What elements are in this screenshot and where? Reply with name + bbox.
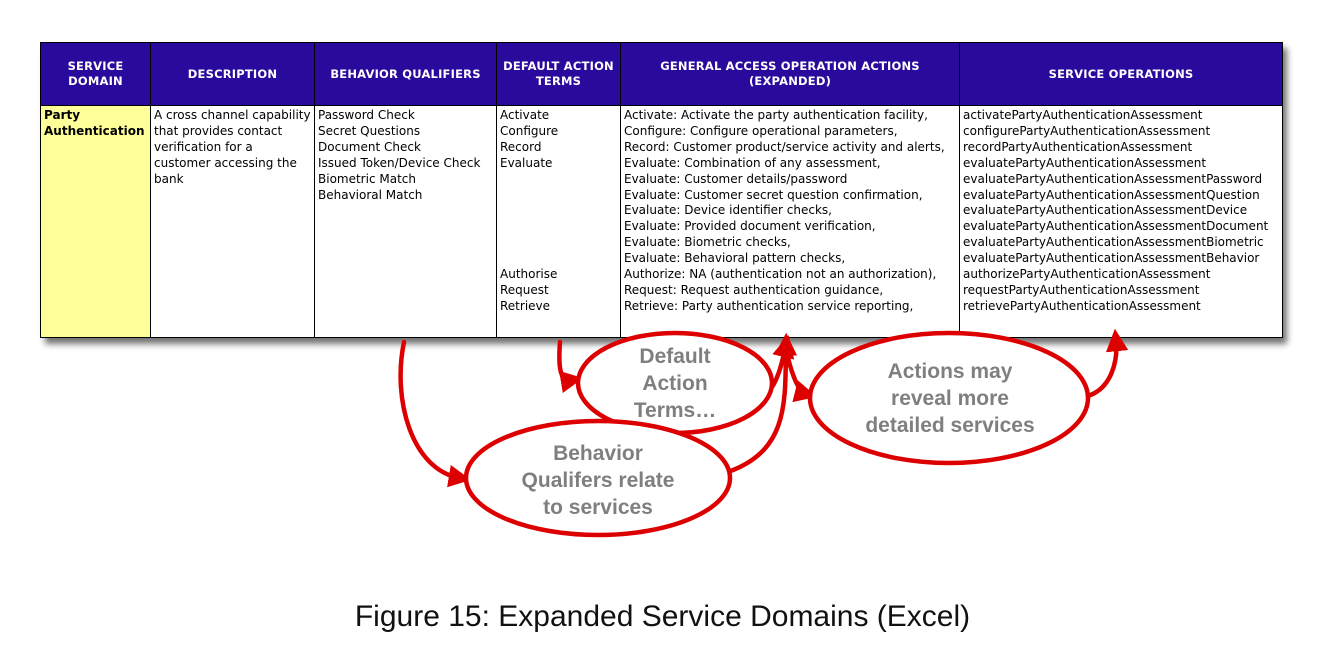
list-item: Document Check [318, 139, 421, 154]
default-action-terms-cell: Activate Configure Record Evaluate Autho… [496, 105, 621, 338]
table-row: Party Authentication A cross channel cap… [40, 105, 1283, 338]
default-action-terms-callout: Default Action Terms… [633, 345, 717, 422]
list-item: Evaluate [500, 155, 553, 170]
list-item: Record: Customer product/service activit… [624, 139, 945, 154]
list-item: configurePartyAuthenticationAssessment [963, 123, 1211, 138]
list-item: authorizePartyAuthenticationAssessment [963, 267, 1211, 282]
header-general-access-actions: GENERAL ACCESS OPERATION ACTIONS (EXPAND… [620, 42, 960, 106]
list-item: Configure [500, 123, 559, 138]
list-item: requestPartyAuthenticationAssessment [963, 282, 1200, 297]
header-default-action-terms: DEFAULT ACTION TERMS [496, 42, 621, 106]
list-item: Secret Questions [318, 123, 421, 138]
list-item: evaluatePartyAuthenticationAssessmentPas… [963, 171, 1263, 186]
arrow-terms-to-bubble [557, 339, 584, 393]
header-service-operations: SERVICE OPERATIONS [959, 42, 1283, 106]
arrow-actions-to-bubble [783, 345, 817, 403]
list-item: Activate: Activate the party authenticat… [624, 108, 928, 122]
list-item: activatePartyAuthenticationAssessment [963, 108, 1203, 122]
list-item: Biometric Match [318, 171, 416, 186]
list-item: Retrieve: Party authentication service r… [624, 298, 914, 313]
list-item: retrievePartyAuthenticationAssessment [963, 298, 1201, 313]
header-service-domain: SERVICE DOMAIN [40, 42, 151, 106]
service-domain-table: SERVICE DOMAIN DESCRIPTION BEHAVIOR QUAL… [40, 42, 1283, 338]
list-item: Behavioral Match [318, 187, 423, 202]
list-item: evaluatePartyAuthenticationAssessmentDev… [963, 203, 1248, 218]
list-item: Record [500, 139, 542, 154]
list-item: Evaluate: Provided document verification… [624, 219, 876, 234]
arrow-bubble-to-operations [1085, 328, 1129, 399]
list-item: evaluatePartyAuthenticationAssessmentBio… [963, 235, 1264, 250]
list-item: Evaluate: Customer secret question confi… [624, 187, 923, 202]
list-item: evaluatePartyAuthenticationAssessmentDoc… [963, 219, 1269, 234]
figure-caption: Figure 15: Expanded Service Domains (Exc… [354, 600, 971, 633]
list-item: Request [500, 282, 549, 297]
table-header-row: SERVICE DOMAIN DESCRIPTION BEHAVIOR QUAL… [40, 42, 1283, 106]
actions-reveal-callout: Actions may reveal more detailed service… [865, 360, 1035, 437]
general-access-actions-cell: Activate: Activate the party authenticat… [620, 105, 960, 338]
header-behavior-qualifiers: BEHAVIOR QUALIFIERS [314, 42, 497, 106]
list-item: Evaluate: Combination of any assessment, [624, 155, 881, 170]
header-description: DESCRIPTION [150, 42, 315, 106]
service-domain-table-container: SERVICE DOMAIN DESCRIPTION BEHAVIOR QUAL… [40, 42, 1283, 338]
list-item: Request: Request authentication guidance… [624, 282, 884, 297]
list-item: Activate [500, 108, 550, 122]
list-item: recordPartyAuthenticationAssessment [963, 139, 1193, 154]
list-item: Authorise [500, 267, 558, 282]
arrow-bubble-to-actions-2 [765, 335, 795, 395]
arrow-qualifiers-to-bubble [398, 339, 472, 488]
list-item: Evaluate: Device identifier checks, [624, 203, 832, 218]
behavior-qualifiers-callout: Behavior Qualifers relate to services [521, 442, 675, 519]
list-item: evaluatePartyAuthenticationAssessmentBeh… [963, 251, 1260, 266]
list-item: Evaluate: Customer details/password [624, 171, 848, 186]
list-item: Evaluate: Behavioral pattern checks, [624, 251, 846, 266]
list-item: Configure: Configure operational paramet… [624, 123, 898, 138]
list-item: Retrieve [500, 298, 551, 313]
list-item: Evaluate: Biometric checks, [624, 235, 791, 250]
list-item: evaluatePartyAuthenticationAssessmentQue… [963, 187, 1260, 202]
list-item: evaluatePartyAuthenticationAssessment [963, 155, 1207, 170]
service-domain-cell: Party Authentication [40, 105, 151, 338]
description-cell: A cross channel capability that provides… [150, 105, 315, 338]
service-operations-cell: activatePartyAuthenticationAssessment co… [959, 105, 1283, 338]
list-item: Authorize: NA (authentication not an aut… [624, 267, 937, 282]
list-item: Password Check [318, 108, 415, 122]
behavior-qualifiers-cell: Password Check Secret Questions Document… [314, 105, 497, 338]
list-item: Issued Token/Device Check [318, 155, 481, 170]
